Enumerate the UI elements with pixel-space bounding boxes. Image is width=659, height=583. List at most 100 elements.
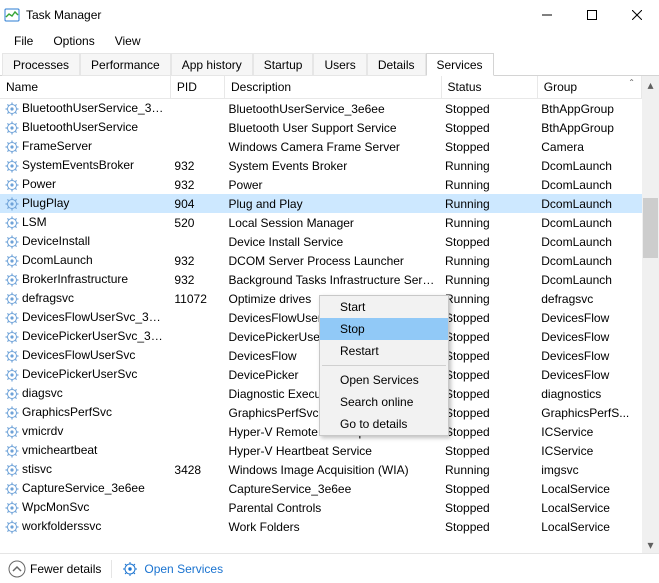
- menu-file[interactable]: File: [4, 32, 43, 50]
- service-name: WpcMonSvc: [22, 500, 89, 514]
- tab-app-history[interactable]: App history: [171, 53, 253, 76]
- cell-status: Stopped: [441, 308, 537, 327]
- cell-group: ICService: [537, 422, 641, 441]
- cell-pid: [170, 441, 224, 460]
- cell-description: DCOM Server Process Launcher: [225, 251, 442, 270]
- col-name[interactable]: Name: [0, 76, 170, 99]
- cell-description: BluetoothUserService_3e6ee: [225, 99, 442, 119]
- vertical-scrollbar[interactable]: ▴ ▾: [642, 76, 659, 553]
- context-go-to-details[interactable]: Go to details: [320, 413, 448, 435]
- table-row[interactable]: BluetoothUserService_3e6ee BluetoothUserS…: [0, 99, 642, 119]
- scroll-up-icon[interactable]: ▴: [642, 76, 659, 93]
- tab-users[interactable]: Users: [313, 53, 366, 76]
- service-gear-icon: [4, 291, 20, 307]
- service-gear-icon: [4, 120, 20, 136]
- table-row[interactable]: SystemEventsBroker932System Events Broke…: [0, 156, 642, 175]
- service-gear-icon: [4, 310, 20, 326]
- column-header-row: Name PID Description Status Group⌃: [0, 76, 642, 99]
- context-start[interactable]: Start: [320, 296, 448, 318]
- service-gear-icon: [4, 462, 20, 478]
- cell-name: LSM: [0, 213, 170, 232]
- context-restart[interactable]: Restart: [320, 340, 448, 362]
- service-name: DeviceInstall: [22, 234, 90, 248]
- service-gear-icon: [4, 329, 20, 345]
- menu-bar: File Options View: [0, 30, 659, 52]
- maximize-button[interactable]: [569, 0, 614, 30]
- table-row[interactable]: Power932PowerRunningDcomLaunch: [0, 175, 642, 194]
- table-row[interactable]: FrameServerWindows Camera Frame ServerSt…: [0, 137, 642, 156]
- cell-description: Bluetooth User Support Service: [225, 118, 442, 137]
- scroll-down-icon[interactable]: ▾: [642, 536, 659, 553]
- open-services-button[interactable]: Open Services: [122, 561, 223, 577]
- table-row[interactable]: workfolderssvcWork FoldersStoppedLocalSe…: [0, 517, 642, 536]
- context-open-services[interactable]: Open Services: [320, 369, 448, 391]
- service-gear-icon: [4, 405, 20, 421]
- tab-processes[interactable]: Processes: [2, 53, 80, 76]
- tab-startup[interactable]: Startup: [253, 53, 314, 76]
- cell-pid: [170, 308, 224, 327]
- service-gear-icon: [4, 272, 20, 288]
- service-gear-icon: [4, 519, 20, 535]
- tab-services[interactable]: Services: [426, 53, 494, 76]
- cell-name: PlugPlay: [0, 194, 170, 213]
- tab-performance[interactable]: Performance: [80, 53, 171, 76]
- cell-status: Stopped: [441, 118, 537, 137]
- cell-description: Windows Camera Frame Server: [225, 137, 442, 156]
- service-gear-icon: [4, 215, 20, 231]
- cell-group: diagnostics: [537, 384, 641, 403]
- cell-name: BluetoothUserService_3e6ee: [0, 99, 170, 119]
- table-row[interactable]: LSM520Local Session ManagerRunningDcomLa…: [0, 213, 642, 232]
- service-name: DevicesFlowUserSvc: [22, 348, 135, 362]
- service-name: CaptureService_3e6ee: [22, 481, 145, 495]
- service-name: vmicheartbeat: [22, 443, 97, 457]
- cell-group: DcomLaunch: [537, 194, 641, 213]
- table-row[interactable]: stisvc3428Windows Image Acquisition (WIA…: [0, 460, 642, 479]
- table-row[interactable]: PlugPlay904Plug and PlayRunningDcomLaunc…: [0, 194, 642, 213]
- menu-options[interactable]: Options: [43, 32, 104, 50]
- context-stop[interactable]: Stop: [320, 318, 448, 340]
- table-row[interactable]: CaptureService_3e6eeCaptureService_3e6ee…: [0, 479, 642, 498]
- service-gear-icon: [4, 177, 20, 193]
- minimize-button[interactable]: [524, 0, 569, 30]
- table-row[interactable]: vmicheartbeatHyper-V Heartbeat ServiceSt…: [0, 441, 642, 460]
- cell-status: Stopped: [441, 232, 537, 251]
- col-group[interactable]: Group⌃: [537, 76, 641, 99]
- table-row[interactable]: DcomLaunch932DCOM Server Process Launche…: [0, 251, 642, 270]
- service-name: DevicesFlowUserSvc_3e6ee: [22, 310, 170, 324]
- service-name: stisvc: [22, 462, 52, 476]
- table-row[interactable]: BrokerInfrastructure932Background Tasks …: [0, 270, 642, 289]
- service-name: DevicePickerUserSvc: [22, 367, 137, 381]
- cell-group: LocalService: [537, 498, 641, 517]
- cell-pid: 904: [170, 194, 224, 213]
- table-row[interactable]: DeviceInstallDevice Install ServiceStopp…: [0, 232, 642, 251]
- col-pid[interactable]: PID: [170, 76, 224, 99]
- cell-status: Stopped: [441, 479, 537, 498]
- cell-group: DevicesFlow: [537, 346, 641, 365]
- cell-status: Stopped: [441, 384, 537, 403]
- table-row[interactable]: BluetoothUserService Bluetooth User Suppo…: [0, 118, 642, 137]
- cell-pid: [170, 384, 224, 403]
- context-search-online[interactable]: Search online: [320, 391, 448, 413]
- cell-status: Running: [441, 156, 537, 175]
- cell-group: LocalService: [537, 479, 641, 498]
- cell-status: Running: [441, 251, 537, 270]
- close-button[interactable]: [614, 0, 659, 30]
- scrollbar-thumb[interactable]: [643, 198, 658, 258]
- table-row[interactable]: WpcMonSvcParental ControlsStoppedLocalSe…: [0, 498, 642, 517]
- fewer-details-button[interactable]: Fewer details: [8, 560, 101, 578]
- service-gear-icon: [4, 196, 20, 212]
- service-name: BluetoothUserService_3e6ee: [22, 101, 170, 115]
- cell-status: Running: [441, 175, 537, 194]
- menu-view[interactable]: View: [105, 32, 151, 50]
- cell-name: DevicePickerUserSvc: [0, 365, 170, 384]
- tab-details[interactable]: Details: [367, 53, 426, 76]
- cell-group: DevicesFlow: [537, 327, 641, 346]
- col-status[interactable]: Status: [441, 76, 537, 99]
- cell-status: Running: [441, 270, 537, 289]
- table-area: Name PID Description Status Group⌃ Bluet…: [0, 76, 659, 553]
- cell-name: BluetoothUserService: [0, 118, 170, 137]
- cell-name: CaptureService_3e6ee: [0, 479, 170, 498]
- col-description[interactable]: Description: [225, 76, 442, 99]
- cell-group: GraphicsPerfS...: [537, 403, 641, 422]
- cell-name: defragsvc: [0, 289, 170, 308]
